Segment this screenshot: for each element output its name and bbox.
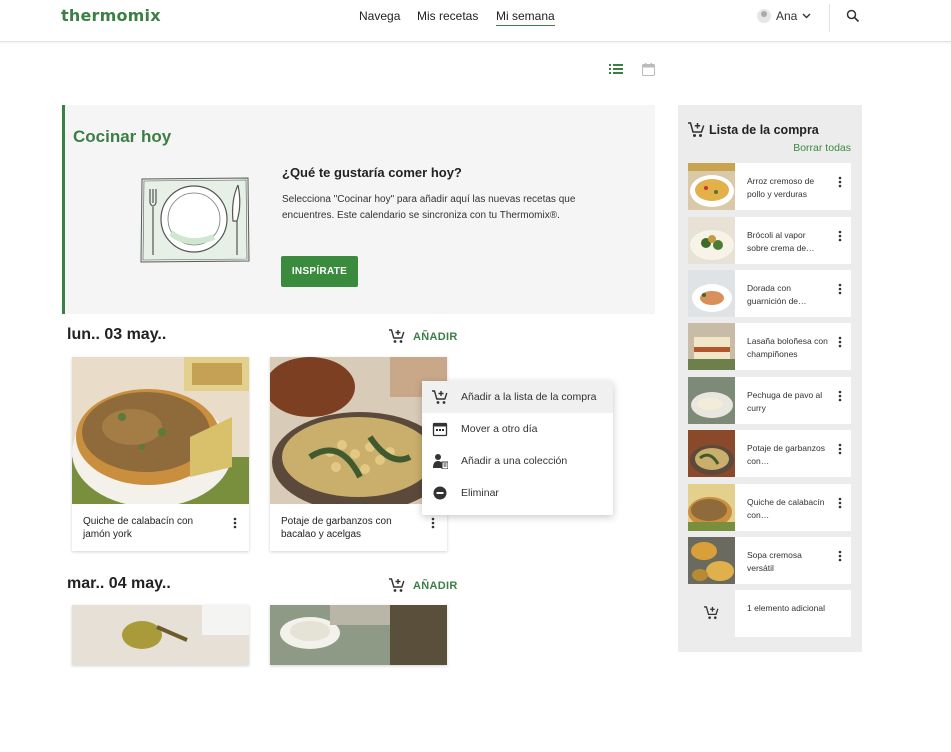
item-thumbnail [688,217,735,264]
more-options-icon[interactable] [838,497,842,509]
calendar-icon [432,422,448,437]
more-options-icon[interactable] [838,390,842,402]
shopping-list-item-additional[interactable]: 1 elemento adicional [688,590,851,637]
nav-mis-recetas[interactable]: Mis recetas [417,9,478,23]
divider [829,4,830,32]
recipe-name[interactable]: Potaje de garbanzos con bacalao y acelga… [281,515,421,541]
cart-add-icon [704,606,719,619]
cocinar-hoy-title: Cocinar hoy [73,127,172,146]
inspirate-button[interactable]: INSPÍRATE [281,256,358,287]
item-label: 1 elemento adicional [747,603,825,613]
item-thumbnail [688,270,735,317]
menu-item-move-day[interactable]: Mover a otro día [422,413,613,445]
item-thumbnail [688,377,735,424]
cart-add-icon [432,390,448,404]
shopping-list-item[interactable]: Dorada con guarnición de… [688,270,851,317]
item-label: Brócoli al vapor sobre crema de… [747,230,815,253]
recipe-image[interactable] [270,605,447,752]
item-label: Potaje de garbanzos con… [747,443,825,466]
add-label: AÑADIR [413,330,458,343]
day-title: mar.. 04 may.. [67,575,171,592]
shopping-list-item[interactable]: Lasaña boloñesa con champiñones [688,323,851,370]
menu-item-add-to-shopping-list[interactable]: Añadir a la lista de la compra [422,381,613,413]
shopping-list-item[interactable]: Potaje de garbanzos con… [688,430,851,477]
recipe-card[interactable]: Potaje de garbanzos con bacalao y acelga… [270,357,447,551]
day-title: lun.. 03 may.. [67,326,167,343]
shopping-list-title: Lista de la compra [709,123,819,137]
more-options-icon[interactable] [431,517,435,529]
nav-mi-semana[interactable]: Mi semana [496,9,555,26]
shopping-list-item[interactable]: Arroz cremoso de pollo y verduras [688,163,851,210]
more-options-icon[interactable] [838,336,842,348]
item-label: Pechuga de pavo al curry [747,390,823,413]
recipe-card[interactable] [72,605,249,665]
cocinar-description: Selecciona "Cocinar hoy" para añadir aqu… [282,194,576,221]
recipe-image-potaje[interactable] [270,357,447,504]
menu-item-delete[interactable]: Eliminar [422,477,613,509]
shopping-list-item[interactable]: Quiche de calabacín con… [688,484,851,531]
top-bar: thermomix Navega Mis recetas Mi semana A… [0,0,951,42]
item-thumbnail [688,484,735,531]
more-options-icon[interactable] [233,517,237,529]
shopping-list-item[interactable]: Brócoli al vapor sobre crema de… [688,217,851,264]
thermomix-logo[interactable]: thermomix [61,6,161,25]
remove-circle-icon [433,486,447,500]
add-button[interactable]: AÑADIR [389,329,458,344]
item-thumbnail [688,537,735,584]
recipe-image[interactable] [72,605,249,752]
cocinar-hoy-panel: Cocinar hoy ¿Qué te gustaría comer hoy? … [62,105,655,314]
cart-add-icon [389,578,405,592]
avatar-icon [757,9,771,23]
plate-illustration [140,177,250,263]
item-thumbnail [688,430,735,477]
user-menu[interactable]: Ana [757,9,811,23]
menu-item-label: Añadir a la lista de la compra [461,391,597,403]
item-label: Quiche de calabacín con… [747,497,825,520]
clear-all-link[interactable]: Borrar todas [793,142,851,154]
collection-add-icon [433,454,448,469]
item-thumbnail [688,163,735,210]
recipe-name[interactable]: Quiche de calabacín con jamón york [83,515,223,541]
menu-item-label: Añadir a una colección [461,455,568,467]
cart-add-icon [389,329,405,343]
item-label: Dorada con guarnición de… [747,283,807,306]
menu-item-add-to-collection[interactable]: Añadir a una colección [422,445,613,477]
shopping-list-item[interactable]: Pechuga de pavo al curry [688,377,851,424]
user-name: Ana [776,9,798,23]
item-label: Lasaña boloñesa con champiñones [747,336,828,359]
calendar-view-icon[interactable] [642,63,655,76]
shopping-list-item[interactable]: Sopa cremosa versátil [688,537,851,584]
menu-item-label: Mover a otro día [461,423,538,435]
more-options-icon[interactable] [838,230,842,242]
more-options-icon[interactable] [838,443,842,455]
more-options-icon[interactable] [838,176,842,188]
menu-item-label: Eliminar [461,487,499,499]
item-thumbnail [688,323,735,370]
cocinar-question: ¿Qué te gustaría comer hoy? [282,165,462,180]
search-icon[interactable] [846,9,860,23]
recipe-card[interactable]: Quiche de calabacín con jamón york [72,357,249,551]
add-button[interactable]: AÑADIR [389,578,458,593]
recipe-card[interactable] [270,605,447,665]
list-view-icon[interactable] [609,63,623,75]
recipe-context-menu: Añadir a la lista de la compra Mover a o… [422,381,613,515]
item-thumbnail [688,590,735,637]
item-label: Sopa cremosa versátil [747,550,802,573]
cart-icon [688,122,705,137]
more-options-icon[interactable] [838,550,842,562]
more-options-icon[interactable] [838,283,842,295]
item-label: Arroz cremoso de pollo y verduras [747,176,815,199]
recipe-image-quiche[interactable] [72,357,249,504]
chevron-down-icon [802,13,811,19]
nav-navega[interactable]: Navega [359,9,400,23]
shopping-list-panel: Lista de la compra Borrar todas Arroz cr… [678,105,862,652]
add-label: AÑADIR [413,579,458,592]
